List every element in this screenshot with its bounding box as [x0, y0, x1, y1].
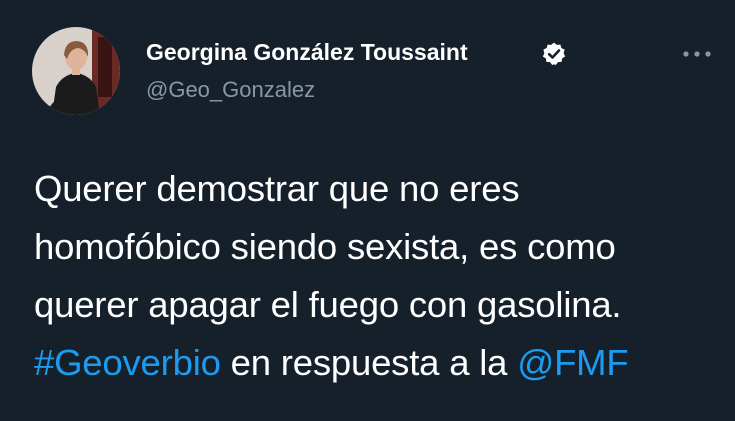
tweet-text-line: Querer demostrar que no eres	[34, 168, 520, 209]
tweet-text-line: #Geoverbio en respuesta a la @FMF	[34, 334, 714, 392]
mention-link[interactable]: @FMF	[517, 342, 628, 383]
tweet-text: Querer demostrar que no eres homofóbico …	[34, 160, 714, 392]
tweet-text-line: querer apagar el fuego con gasolina.	[34, 284, 622, 325]
more-horizontal-icon[interactable]	[680, 44, 714, 64]
tweet-text-fragment: en respuesta a la	[220, 342, 518, 383]
author-name[interactable]: Georgina González Toussaint	[146, 39, 468, 66]
verified-badge-icon	[542, 42, 566, 66]
author-handle[interactable]: @Geo_Gonzalez	[146, 77, 315, 103]
tweet-card: Georgina González Toussaint @Geo_Gonzale…	[0, 0, 735, 421]
profile-photo-icon	[32, 27, 120, 115]
hashtag-link[interactable]: #Geoverbio	[34, 342, 221, 383]
tweet-text-line: homofóbico siendo sexista, es como	[34, 226, 616, 267]
author-avatar[interactable]	[32, 27, 120, 115]
